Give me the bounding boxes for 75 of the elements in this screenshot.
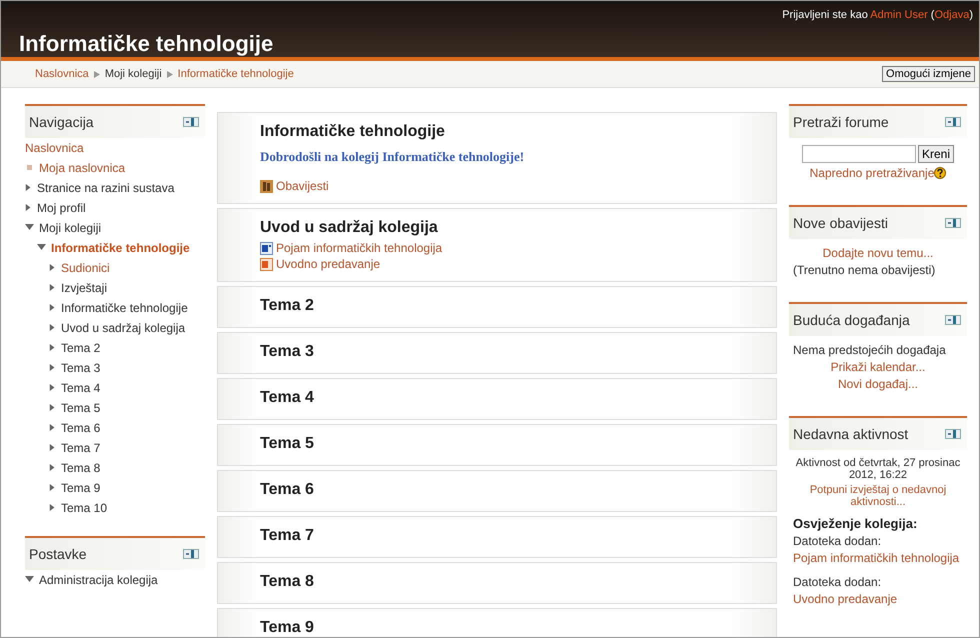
edit-mode-button[interactable]: Omogući izmjene <box>882 66 975 82</box>
nav-item[interactable]: Naslovnica <box>25 141 84 155</box>
block-text: Datoteka dodan: <box>793 575 882 589</box>
section-title: Tema 5 <box>260 435 315 453</box>
link[interactable]: Napredno pretraživanje <box>810 166 934 180</box>
section-title: Tema 3 <box>260 343 315 361</box>
block-title: Nedavna aktivnost <box>793 426 908 442</box>
nav-item[interactable]: Tema 3 <box>61 361 100 375</box>
nav-item[interactable]: Moj profil <box>37 201 86 215</box>
search-button[interactable]: Kreni <box>918 145 954 163</box>
section-title: Informatičke tehnologije <box>260 123 446 141</box>
nav-item[interactable]: Tema 7 <box>61 441 100 455</box>
block-text: Datoteka dodan: <box>793 534 882 548</box>
link[interactable]: Potpuni izvještaj o nedavnoj aktivnosti... <box>793 484 963 508</box>
nav-item[interactable]: Moji kolegiji <box>39 221 102 235</box>
block-title: Navigacija <box>29 114 94 130</box>
block-title: Nove obavijesti <box>793 215 888 231</box>
activity-link[interactable]: Obavijesti <box>276 179 329 193</box>
page-title: Informatičke tehnologije <box>19 31 274 57</box>
nav-item[interactable]: Tema 10 <box>61 501 108 515</box>
nav-item[interactable]: Administracija kolegija <box>39 573 158 587</box>
activity-link[interactable]: Pojam informatičkih tehnologija <box>276 241 442 255</box>
section-summary: Dobrodošli na kolegij Informatičke tehnologije! <box>260 149 526 165</box>
nav-item[interactable]: Uvod u sadržaj kolegija <box>61 321 186 335</box>
section-title: Tema 8 <box>260 573 315 591</box>
breadcrumb-link[interactable]: Naslovnica <box>35 68 89 80</box>
block-title: Pretraži forume <box>793 114 889 130</box>
dock-icon <box>945 429 961 439</box>
block-title: Postavke <box>29 546 87 562</box>
section-title: Tema 7 <box>260 527 315 545</box>
link[interactable]: Pojam informatičkih tehnologija <box>793 551 960 565</box>
block-text: (Trenutno nema obavijesti) <box>793 263 936 277</box>
nav-item[interactable]: Moja naslovnica <box>39 161 126 175</box>
search-field[interactable] <box>802 145 916 163</box>
dock-icon <box>945 117 961 127</box>
link[interactable]: Uvodno predavanje <box>793 592 898 606</box>
block-text: Nema predstojećih događaja <box>793 343 947 357</box>
section-title: Tema 9 <box>260 619 315 637</box>
section-title: Uvod u sadržaj kolegija <box>260 219 439 237</box>
block-title: Buduća događanja <box>793 312 910 328</box>
logout-link[interactable]: Odjava <box>934 9 970 21</box>
nav-item[interactable]: Tema 2 <box>61 341 100 355</box>
nav-item[interactable]: Tema 5 <box>61 401 100 415</box>
separator-icon <box>166 70 173 78</box>
presentation-icon <box>260 258 273 270</box>
section-title: Tema 4 <box>260 389 315 407</box>
nav-item[interactable]: Tema 9 <box>61 481 100 495</box>
nav-item[interactable]: Izvještaji <box>61 281 108 295</box>
nav-item[interactable]: Stranice na razini sustava <box>37 181 174 195</box>
block-heading: Osvježenje kolegija: <box>793 516 918 531</box>
bullet-icon <box>27 165 32 170</box>
nav-item[interactable]: Sudionici <box>61 261 110 275</box>
dock-icon <box>945 218 961 228</box>
forum-icon <box>260 180 273 192</box>
separator-icon <box>94 70 100 78</box>
nav-item[interactable]: Informatičke tehnologije <box>51 241 190 255</box>
breadcrumb-text: Moji kolegiji <box>104 68 162 80</box>
dock-icon <box>945 315 961 325</box>
nav-item[interactable]: Tema 6 <box>61 421 100 435</box>
link[interactable]: Novi događaj... <box>838 377 918 391</box>
section-title: Tema 2 <box>260 297 315 315</box>
dock-icon <box>183 549 199 559</box>
section-title: Tema 6 <box>260 481 315 499</box>
nav-item[interactable]: Informatičke tehnologije <box>61 301 188 315</box>
word-document-icon <box>260 242 273 254</box>
block-text: Aktivnost od četvrtak, 27 prosinac 2012, 16:22 <box>794 457 962 481</box>
dock-icon <box>183 117 199 127</box>
nav-item[interactable]: Tema 8 <box>61 461 100 475</box>
link[interactable]: Prikaži kalendar... <box>830 360 926 374</box>
login-info: Prijavljeni ste kao Admin User (Odjava) <box>782 9 973 23</box>
nav-item[interactable]: Tema 4 <box>61 381 100 395</box>
activity-link[interactable]: Uvodno predavanje <box>276 257 380 271</box>
link[interactable]: Dodajte novu temu... <box>822 246 934 260</box>
user-link[interactable]: Admin User <box>870 9 928 21</box>
breadcrumb-link[interactable]: Informatičke tehnologije <box>178 68 294 80</box>
